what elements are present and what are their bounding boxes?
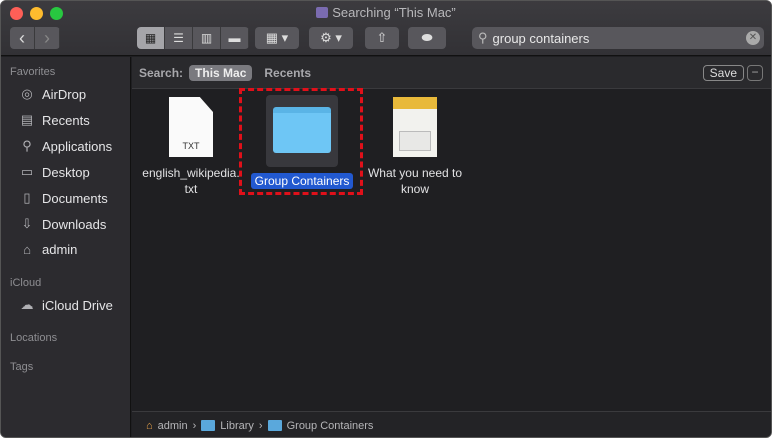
sidebar-item-icloud-drive[interactable]: ☁ iCloud Drive (19, 297, 113, 313)
list-view-button[interactable]: ☰ (165, 27, 193, 49)
path-item-admin[interactable]: admin (158, 420, 188, 432)
icloud-header: iCloud (10, 277, 42, 289)
chevron-right-icon: › (192, 419, 197, 432)
airdrop-icon: ◎ (21, 86, 33, 101)
file-name: english_wikipedia. (142, 166, 240, 180)
sidebar-item-label: admin (42, 242, 78, 257)
search-folder-icon (316, 7, 329, 18)
file-name-line2: know (400, 182, 429, 196)
desktop-icon: ▭ (20, 164, 34, 179)
remove-button[interactable]: − (747, 65, 763, 81)
group-by-button[interactable]: ▦ ▾ (255, 27, 299, 49)
documents-icon: ▯ (23, 190, 31, 205)
locations-header[interactable]: Locations (1, 332, 57, 344)
home-icon: ⌂ (23, 242, 31, 257)
sidebar-item-label: Documents (42, 190, 108, 206)
sidebar-item-label: Recents (42, 112, 90, 128)
scope-recents[interactable]: Recents (258, 65, 317, 81)
save-button[interactable]: Save (702, 65, 744, 81)
file-type-badge: TXT (182, 141, 200, 151)
window-title: Searching “This Mac” (1, 5, 771, 20)
txt-file-icon: TXT (169, 97, 213, 157)
home-icon: ⌂ (146, 419, 153, 432)
sidebar-item-applications[interactable]: ⚲ Applications (19, 138, 112, 154)
folder-icon (266, 95, 338, 167)
cloud-icon: ☁ (20, 297, 34, 312)
downloads-icon: ⇩ (21, 216, 33, 231)
mail-document-icon (393, 97, 437, 157)
sidebar-item-admin[interactable]: ⌂ admin (19, 242, 77, 257)
favorites-header: Favorites (10, 66, 56, 78)
sidebar-item-label: Desktop (42, 164, 90, 180)
back-button[interactable]: ‹ (10, 27, 35, 49)
applications-icon: ⚲ (22, 138, 32, 153)
window-title-text: Searching “This Mac” (332, 5, 456, 20)
search-field[interactable]: ⚲ group containers ✕ (472, 27, 764, 49)
action-gear-button[interactable]: ⚙ ▾ (309, 27, 353, 49)
sidebar-item-downloads[interactable]: ⇩ Downloads (19, 216, 107, 232)
forward-button[interactable]: › (35, 27, 60, 49)
sidebar-item-label: AirDrop (42, 86, 87, 102)
sidebar-item-label: Applications (42, 138, 113, 154)
chevron-right-icon: › (258, 419, 263, 432)
share-button[interactable]: ⇧ (365, 27, 399, 49)
sidebar-item-airdrop[interactable]: ◎ AirDrop (19, 86, 86, 102)
file-item[interactable]: What you need to know (359, 97, 471, 197)
recents-icon: ▤ (20, 112, 34, 127)
sidebar-item-recents[interactable]: ▤ Recents (19, 112, 90, 128)
folder-icon (201, 420, 216, 431)
tag-button[interactable]: ⬬ (408, 27, 446, 49)
main-area: Search: This Mac Recents Save − TXT engl… (132, 57, 771, 437)
search-input[interactable]: group containers (493, 31, 590, 46)
scope-label: Search: (139, 65, 184, 80)
sidebar-item-label: Downloads (42, 216, 107, 232)
sidebar-item-desktop[interactable]: ▭ Desktop (19, 164, 90, 180)
path-item-group-containers[interactable]: Group Containers (287, 420, 374, 432)
gallery-view-button[interactable]: ▬ (221, 27, 249, 49)
search-icon: ⚲ (478, 30, 488, 45)
search-scope-bar: Search: This Mac Recents Save − (132, 57, 771, 89)
folder-icon (267, 420, 282, 431)
file-name-line2: txt (184, 182, 198, 196)
file-item[interactable]: TXT english_wikipedia. txt (136, 97, 246, 197)
sidebar: Favorites ◎ AirDrop ▤ Recents ⚲ Application… (1, 57, 131, 437)
finder-window: Searching “This Mac” ‹ › ▦ ☰ ▥ ▬ ▦ ▾ ⚙ ▾… (0, 0, 772, 438)
icon-view-button[interactable]: ▦ (137, 27, 165, 49)
file-name: Group Containers (250, 173, 354, 189)
file-name: What you need to (367, 166, 463, 180)
folder-item-selected[interactable]: Group Containers (247, 95, 357, 189)
clear-search-icon[interactable]: ✕ (746, 31, 760, 45)
sidebar-item-label: iCloud Drive (42, 297, 113, 313)
tags-header[interactable]: Tags (1, 361, 33, 373)
path-bar: ⌂ admin › Library › Group Containers (132, 411, 771, 437)
toolbar: Searching “This Mac” ‹ › ▦ ☰ ▥ ▬ ▦ ▾ ⚙ ▾… (1, 1, 771, 56)
path-item-library[interactable]: Library (220, 420, 254, 432)
sidebar-item-documents[interactable]: ▯ Documents (19, 190, 108, 206)
scope-this-mac[interactable]: This Mac (189, 64, 253, 81)
column-view-button[interactable]: ▥ (193, 27, 221, 49)
